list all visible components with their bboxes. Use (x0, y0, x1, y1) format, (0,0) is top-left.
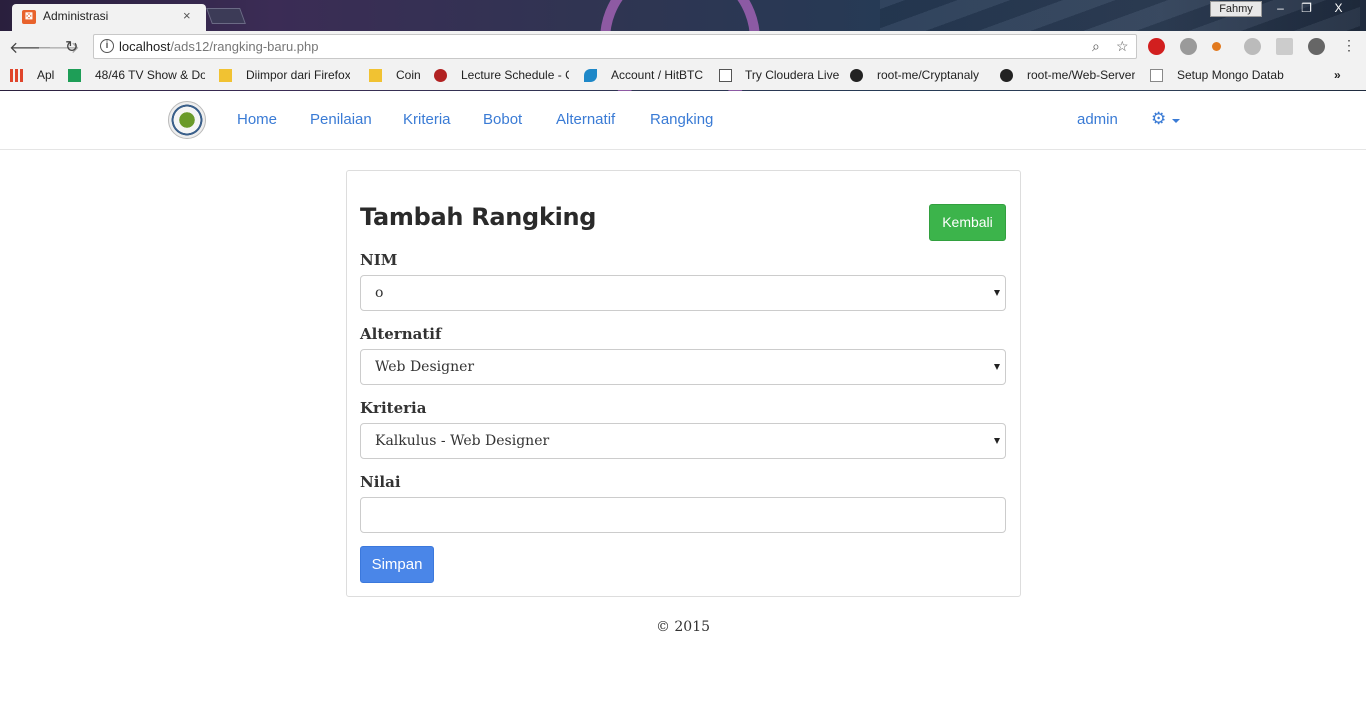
close-window-icon[interactable]: X (1326, 1, 1351, 17)
page-icon (1150, 69, 1163, 82)
footer-copyright: © 2015 (655, 619, 711, 635)
new-tab-button[interactable] (206, 8, 246, 24)
bookmark-item[interactable]: root-me/Web-Server (1027, 68, 1135, 82)
nim-selected-value: o (375, 285, 384, 301)
url-path: /ads12/rangking-baru.php (170, 39, 319, 54)
site-navbar: Home Penilaian Kriteria Bobot Alternatif… (0, 91, 1366, 150)
university-logo[interactable] (168, 101, 206, 139)
browser-toolbar: 🡐 🡒 ↻ i localhost/ads12/rangking-baru.ph… (0, 31, 1366, 62)
bookmark-item[interactable]: Diimpor dari Firefox (246, 68, 350, 82)
url-host: localhost (119, 39, 171, 54)
xampp-favicon-icon: ⊠ (22, 10, 36, 24)
extension-orange-icon[interactable] (1212, 42, 1221, 51)
bookmark-item[interactable]: 48/46 TV Show & Do (95, 68, 205, 82)
form-panel: Tambah Rangking Kembali NIM o Alternatif… (346, 170, 1021, 597)
chrome-menu-icon[interactable]: ⋮ (1342, 37, 1356, 54)
apple-icon (434, 69, 447, 82)
nilai-input[interactable] (360, 497, 1006, 533)
save-button[interactable]: Simpan (360, 546, 434, 583)
bookmark-item[interactable]: Lecture Schedule - C (461, 68, 569, 82)
address-url: localhost/ads12/rangking-baru.php (119, 39, 318, 54)
bookmark-item[interactable]: root-me/Cryptanaly (877, 68, 985, 82)
restore-icon[interactable]: ❐ (1294, 1, 1319, 17)
nilai-label: Nilai (360, 473, 401, 491)
nav-kriteria[interactable]: Kriteria (403, 111, 451, 128)
extension-tc-icon[interactable] (1276, 38, 1293, 55)
github-icon (1000, 69, 1013, 82)
hitbtc-icon (584, 69, 597, 82)
extension-grey-icon[interactable] (1180, 38, 1197, 55)
profile-button[interactable]: Fahmy (1210, 1, 1262, 17)
nav-home[interactable]: Home (237, 111, 277, 128)
page-title: Tambah Rangking (360, 203, 597, 231)
extension-sync-icon[interactable] (1308, 38, 1325, 55)
bookmark-item[interactable]: Account / HitBTC (611, 68, 703, 82)
alternatif-selected-value: Web Designer (375, 359, 475, 375)
kriteria-selected-value: Kalkulus - Web Designer (375, 433, 550, 449)
bookmark-item[interactable]: Try Cloudera Live (745, 68, 839, 82)
bookmark-star-icon[interactable]: ☆ (1116, 38, 1129, 55)
info-icon[interactable]: i (100, 39, 114, 53)
extension-circle-icon[interactable] (1244, 38, 1261, 55)
adblock-plus-icon[interactable] (1148, 38, 1165, 55)
select-caret-icon (994, 438, 1000, 444)
back-button[interactable]: Kembali (929, 204, 1006, 241)
zoom-search-icon[interactable]: ⌕ (1092, 38, 1100, 55)
nav-bobot[interactable]: Bobot (483, 111, 522, 128)
bookmark-item[interactable]: Apl (37, 68, 54, 82)
nav-penilaian[interactable]: Penilaian (310, 111, 372, 128)
bookmark-item[interactable]: Coin (396, 68, 421, 82)
bookmarks-more-icon[interactable]: » (1334, 68, 1341, 82)
nav-rangking[interactable]: Rangking (650, 111, 713, 128)
bookmark-item[interactable]: Setup Mongo Datab (1177, 68, 1287, 82)
alternatif-select[interactable]: Web Designer (360, 349, 1006, 385)
nim-select[interactable]: o (360, 275, 1006, 311)
gear-icon[interactable]: ⚙ (1151, 109, 1166, 129)
tab-title: Administrasi (43, 9, 109, 23)
address-bar[interactable]: i localhost/ads12/rangking-baru.php ⌕ ☆ (93, 34, 1137, 59)
kriteria-select[interactable]: Kalkulus - Web Designer (360, 423, 1006, 459)
github-icon (850, 69, 863, 82)
caret-down-icon[interactable] (1172, 119, 1180, 123)
nav-alternatif[interactable]: Alternatif (556, 111, 615, 128)
select-caret-icon (994, 364, 1000, 370)
page-icon (719, 69, 732, 82)
browser-tab-active[interactable]: ⊠ Administrasi × (12, 4, 206, 31)
bookmarks-bar: Apl 48/46 TV Show & Do Diimpor dari Fire… (0, 62, 1366, 90)
sheets-icon (68, 69, 81, 82)
minimize-icon[interactable]: – (1268, 1, 1293, 17)
reload-icon[interactable]: ↻ (65, 37, 78, 57)
kriteria-label: Kriteria (360, 399, 427, 417)
folder-icon (369, 69, 382, 82)
apps-grid-icon (10, 69, 23, 82)
nim-label: NIM (360, 251, 398, 269)
nav-user[interactable]: admin (1077, 111, 1118, 128)
alternatif-label: Alternatif (360, 325, 442, 343)
folder-icon (219, 69, 232, 82)
tab-close-icon[interactable]: × (183, 8, 191, 23)
select-caret-icon (994, 290, 1000, 296)
